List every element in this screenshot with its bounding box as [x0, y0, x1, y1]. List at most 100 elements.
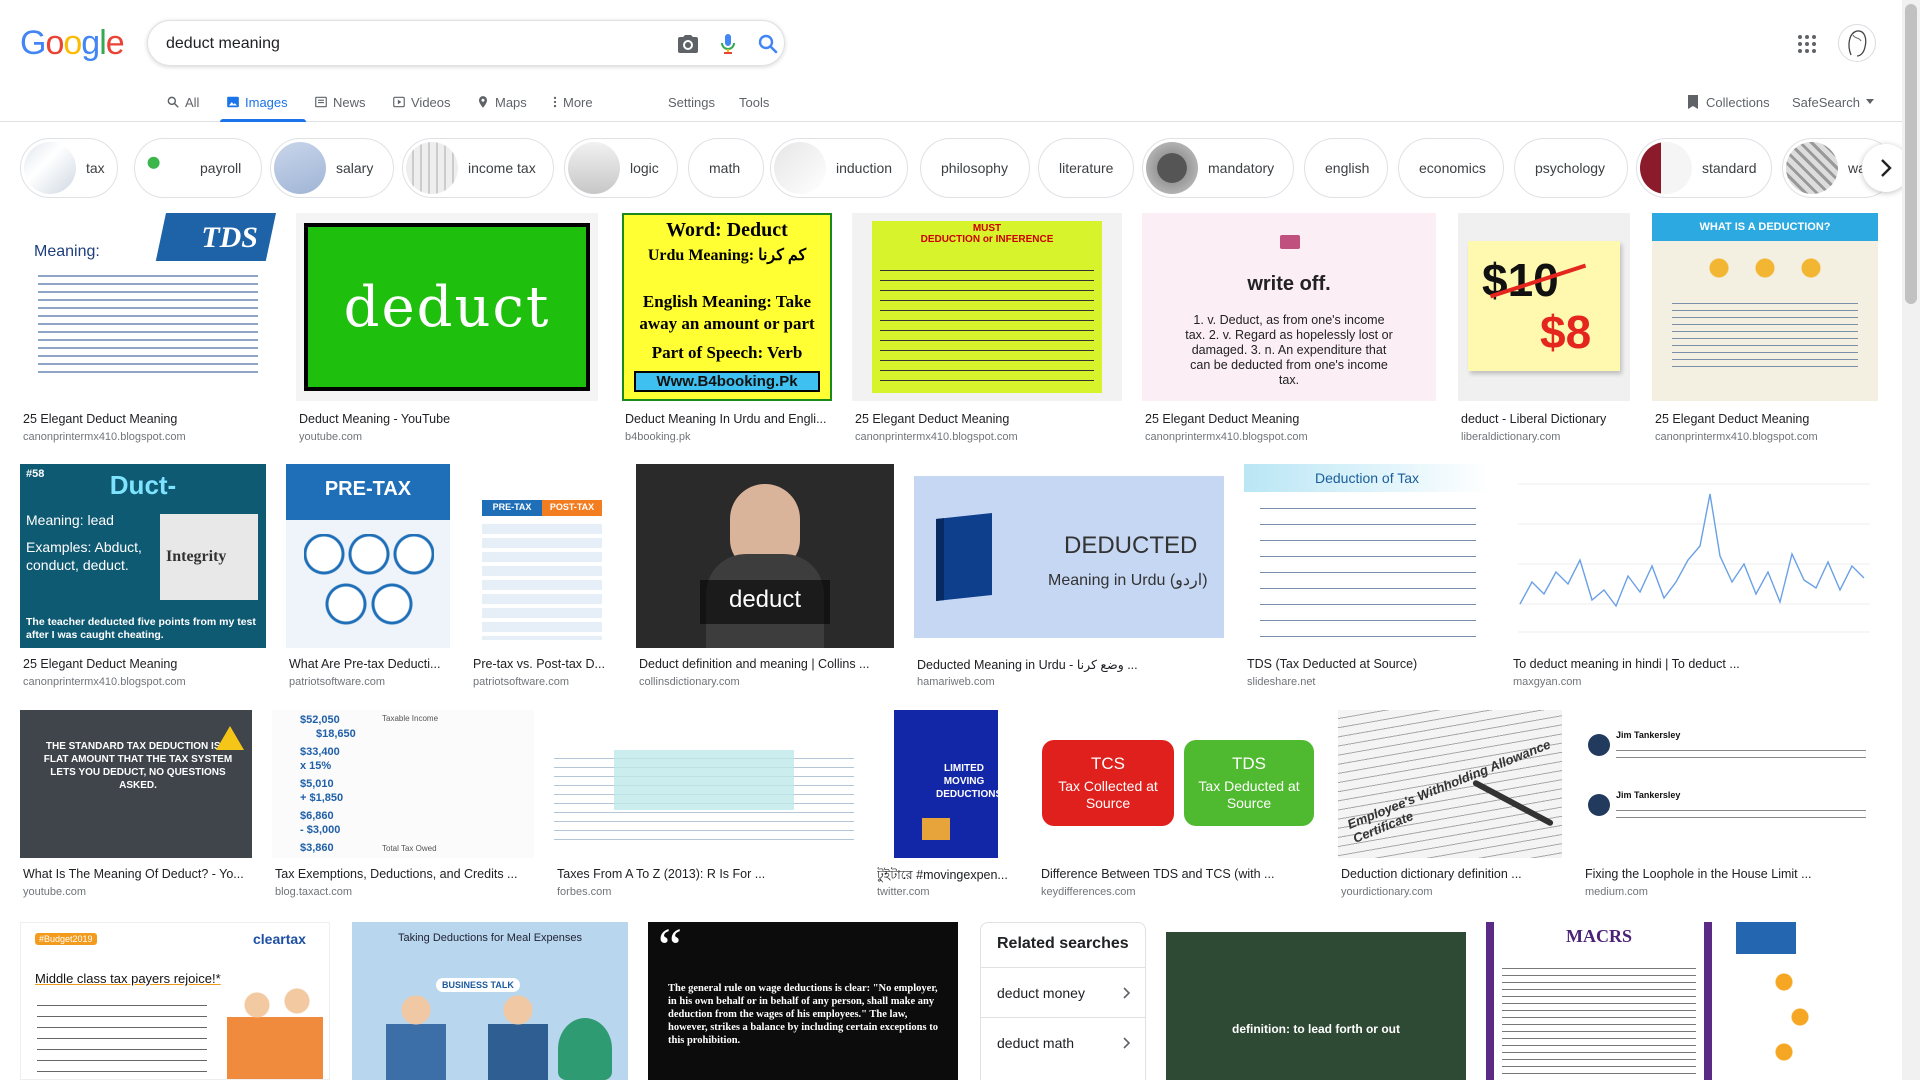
chip-mandatory[interactable]: mandatory: [1142, 138, 1294, 198]
chevron-right-icon: [1123, 1036, 1131, 1049]
related-search-label: deduct money: [997, 984, 1085, 1001]
related-search-item[interactable]: deduct money: [981, 967, 1145, 1017]
chip-logic[interactable]: logic: [564, 138, 678, 198]
result-title: Deduction dictionary definition ...: [1341, 867, 1522, 881]
thumb-lines: [1616, 804, 1866, 824]
thumb-text: Duct-: [109, 470, 177, 500]
chevron-right-icon: [1123, 986, 1131, 999]
chip-label: psychology: [1535, 160, 1606, 176]
chip-economics[interactable]: economics: [1398, 138, 1504, 198]
image-result[interactable]: “ The general rule on wage deductions is…: [648, 922, 958, 1080]
chip-thumbnail: [568, 142, 620, 194]
result-title: 25 Elegant Deduct Meaning: [1145, 412, 1300, 426]
image-result[interactable]: MACRS: [1486, 922, 1712, 1080]
image-result[interactable]: WHAT IS A DEDUCTION? 25 Elegant Deduct M…: [1652, 213, 1878, 445]
result-thumbnail: THE STANDARD TAX DEDUCTION IS A FLAT AMO…: [20, 710, 252, 858]
result-thumbnail: Deduction of Tax: [1244, 464, 1490, 648]
image-result[interactable]: write off. 1. v. Deduct, as from one's i…: [1142, 213, 1436, 445]
thumb-text: cleartax: [253, 931, 306, 947]
related-searches-title: Related searches: [997, 935, 1129, 952]
tab-tools[interactable]: Tools: [739, 90, 769, 114]
account-avatar[interactable]: [1838, 24, 1876, 62]
chip-math[interactable]: math: [688, 138, 764, 198]
image-result[interactable]: TDS Meaning: 25 Elegant Deduct Meaning c…: [20, 213, 276, 445]
tab-images[interactable]: Images: [226, 90, 288, 114]
chip-label: philosophy: [941, 160, 1008, 176]
image-result[interactable]: Employee's Withholding Allowance Certifi…: [1338, 710, 1562, 906]
thumb-text: PRE-TAX: [324, 478, 412, 500]
related-search-item[interactable]: deduct math: [981, 1017, 1145, 1067]
image-result[interactable]: Taxes From A To Z (2013): R Is For ... f…: [554, 710, 854, 906]
google-logo[interactable]: Google: [20, 24, 125, 63]
result-thumbnail: DEDUCTED Meaning in Urdu (اردو): [914, 464, 1224, 648]
result-thumbnail: Jim Tankersley Jim Tankersley: [1582, 710, 1878, 858]
image-result[interactable]: Word: Deduct Urdu Meaning: کم کرنا Engli…: [622, 213, 832, 445]
camera-icon[interactable]: [676, 32, 700, 56]
result-source: yourdictionary.com: [1341, 886, 1433, 898]
chip-literature[interactable]: literature: [1038, 138, 1134, 198]
tab-videos[interactable]: Videos: [392, 90, 451, 114]
image-result[interactable]: [1732, 922, 1842, 1080]
image-result[interactable]: Deduction of Tax TDS (Tax Deducted at So…: [1244, 464, 1490, 696]
tab-maps[interactable]: Maps: [476, 90, 527, 114]
tab-settings[interactable]: Settings: [668, 90, 715, 114]
image-result[interactable]: TCS Tax Collected at Source TDS Tax Dedu…: [1038, 710, 1318, 906]
search-icon[interactable]: [756, 32, 780, 56]
tab-label: News: [333, 94, 366, 110]
chip-english[interactable]: english: [1304, 138, 1388, 198]
image-result[interactable]: #Budget2019 cleartax Middle class tax pa…: [20, 922, 330, 1080]
chip-psychology[interactable]: psychology: [1514, 138, 1628, 198]
image-result[interactable]: definition: to lead forth or out: [1166, 932, 1466, 1080]
image-result[interactable]: deduct Deduct Meaning - YouTube youtube.…: [296, 213, 598, 445]
chip-income-tax[interactable]: income tax: [402, 138, 554, 198]
image-result[interactable]: THE STANDARD TAX DEDUCTION IS A FLAT AMO…: [20, 710, 252, 906]
thumb-text: $6,860: [300, 810, 334, 822]
scrollbar-thumb[interactable]: [1905, 4, 1917, 304]
chip-thumbnail: [274, 142, 326, 194]
safesearch-dropdown[interactable]: SafeSearch: [1792, 90, 1874, 114]
search-input[interactable]: [166, 32, 636, 56]
logo-letter: e: [105, 24, 125, 62]
thumb-text: x 15%: [300, 760, 332, 772]
apps-grid-icon[interactable]: [1795, 32, 1819, 56]
image-result[interactable]: deduct Deduct definition and meaning | C…: [636, 464, 894, 696]
chip-salary[interactable]: salary: [270, 138, 394, 198]
tab-news[interactable]: News: [314, 90, 366, 114]
chip-thumbnail: [138, 142, 190, 194]
active-tab-indicator: [220, 119, 306, 122]
tab-more[interactable]: More: [552, 90, 593, 114]
logo-letter: o: [63, 24, 82, 62]
image-result[interactable]: PRE-TAX What Are Pre-tax Deducti... patr…: [286, 464, 450, 696]
chip-label: tax: [86, 160, 105, 176]
chip-induction[interactable]: induction: [770, 138, 908, 198]
image-result[interactable]: $10 $8 deduct - Liberal Dictionary liber…: [1458, 213, 1630, 445]
avatar-icon: [1848, 30, 1867, 57]
image-result[interactable]: Taking Deductions for Meal Expenses BUSI…: [352, 922, 628, 1080]
image-result[interactable]: DEDUCTED Meaning in Urdu (اردو) Deducted…: [914, 464, 1224, 696]
tab-all[interactable]: All: [166, 90, 199, 114]
image-result[interactable]: $52,050 $18,650 $33,400 x 15% $5,010 + $…: [272, 710, 534, 906]
image-result[interactable]: Jim Tankersley Jim Tankersley Fixing the…: [1582, 710, 1878, 906]
thumb-text: $3,860: [300, 842, 334, 854]
microphone-icon[interactable]: [716, 32, 740, 56]
tab-label: More: [563, 94, 593, 110]
thumb-text: write off.: [1247, 273, 1331, 295]
result-title: Taxes From A To Z (2013): R Is For ...: [557, 867, 766, 881]
thumb-text: Jim Tankersley: [1616, 790, 1681, 800]
thumb-icons: [1708, 257, 1822, 279]
image-result[interactable]: MUST DEDUCTION or INFERENCE 25 Elegant D…: [852, 213, 1122, 445]
image-result[interactable]: #58 Duct- Meaning: lead Examples: Abduct…: [20, 464, 266, 696]
chip-payroll[interactable]: payroll: [134, 138, 262, 198]
result-thumbnail: Taking Deductions for Meal Expenses BUSI…: [352, 922, 628, 1080]
image-result[interactable]: LIMITED MOVING DEDUCTIONS টুইটারে #movin…: [874, 710, 1018, 906]
logo-letter: g: [81, 24, 100, 62]
chip-tax[interactable]: tax: [20, 138, 118, 198]
image-result[interactable]: PRE-TAX POST-TAX Pre-tax vs. Post-tax D.…: [470, 464, 614, 696]
image-result[interactable]: To deduct meaning in hindi | To deduct .…: [1510, 464, 1878, 696]
chip-philosophy[interactable]: philosophy: [920, 138, 1030, 198]
person-figure: [386, 992, 446, 1080]
thumb-text: Www.B4booking.Pk: [634, 371, 820, 392]
chip-standard[interactable]: standard: [1636, 138, 1772, 198]
thumb-text: + $1,850: [300, 792, 344, 804]
collections-link[interactable]: Collections: [1686, 90, 1770, 114]
